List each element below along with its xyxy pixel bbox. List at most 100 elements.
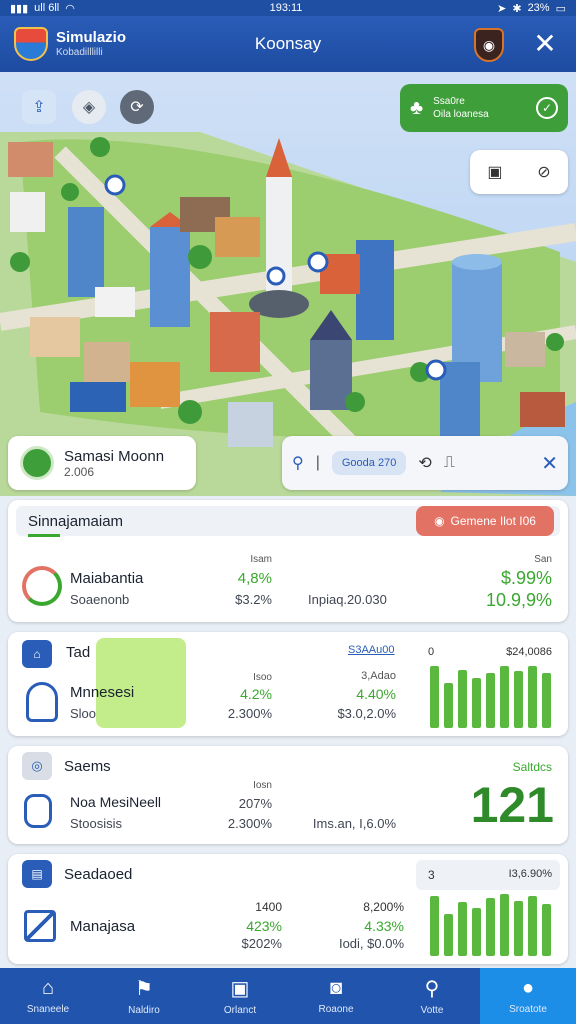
nav-item-search[interactable]: ⚲ Votte <box>384 968 480 1024</box>
signal-icon: ▮▮▮ <box>10 2 29 15</box>
divider: | <box>315 454 320 471</box>
card1-right-val1: $.99% <box>500 568 552 588</box>
card2-chart-head-right: $24,0086 <box>506 646 552 658</box>
card4-c2-pct: 4.33% <box>364 918 404 934</box>
promo-line1: Ssa0re <box>433 96 465 107</box>
card1-alert-button[interactable]: ◉ Gemene Ilot I06 <box>416 506 554 536</box>
card1-mid-head: Isam <box>250 554 272 565</box>
card4-row-title: Manajasa <box>70 918 136 935</box>
city-map[interactable]: ⇪ ◈ ⟳ ♣ Ssa0re Oila loanesa ✓ ▣ ⊘ Samasi… <box>0 72 576 496</box>
bar <box>486 673 495 728</box>
nav-label: Sroatote <box>509 1004 547 1015</box>
card2-c2-head: 3,Adao <box>361 670 396 682</box>
card2-c2-val: $3.0,2.0% <box>337 706 396 721</box>
app-title: Simulazio <box>56 29 127 47</box>
shield-badge-icon[interactable]: ◉ <box>474 28 504 62</box>
app-title-block: Simulazio Kobadilllilli <box>56 30 126 58</box>
card2-row-title: Mnnesesi <box>70 684 135 701</box>
nav-item-flag[interactable]: ⚑ Naldiro <box>96 968 192 1024</box>
card4-head-left: 3 <box>428 868 435 882</box>
promo-line2: Oila loanesa <box>433 109 489 120</box>
bar <box>430 666 439 728</box>
card1-title: Sinnajamaiam <box>28 513 124 530</box>
water-drop-icon: ◈ <box>82 99 96 116</box>
card4-c1-pct: 423% <box>246 918 282 934</box>
bar <box>514 671 523 728</box>
card4-bar-chart <box>430 894 551 956</box>
upload-button[interactable]: ⇪ <box>22 90 56 124</box>
card2-c1-head: Isoo <box>253 672 272 683</box>
stats-card-2: ⌂ Tad S3AAu00 Mnnesesi Sloo Isoo 4.2% 2.… <box>8 632 568 736</box>
card3-info: Ims.an, I,6.0% <box>312 816 396 831</box>
card2-chart-head-left: 0 <box>428 646 435 658</box>
battery-icon: ▭ <box>555 2 566 15</box>
card3-c1-head: Iosn <box>253 780 272 791</box>
layers-button[interactable]: ▣ <box>487 162 502 182</box>
home-icon: ⌂ <box>41 977 55 999</box>
lock-icon <box>24 794 52 828</box>
bar <box>486 898 495 956</box>
bar <box>430 896 439 956</box>
profile-icon: ● <box>521 977 535 999</box>
nav-item-home[interactable]: ⌂ Snaneele <box>0 968 96 1024</box>
card4-c2-val: Iodi, $0.0% <box>338 936 404 951</box>
profile-outline-icon <box>26 682 58 722</box>
stats-card-1: Sinnajamaiam ◉ Gemene Ilot I06 Maiabantia… <box>8 500 568 622</box>
card1-row-title: Maiabantia <box>70 570 144 587</box>
camera-icon: ◙ <box>329 977 343 999</box>
drop-button[interactable]: ◈ <box>72 90 106 124</box>
alert-icon: ◉ <box>434 514 445 528</box>
action-chip[interactable]: Gooda 270 <box>331 451 407 475</box>
nav-label: Naldiro <box>128 1005 160 1016</box>
map-action-bar: ⚲ | Gooda 270 ⟲ ⎍ ✕ <box>282 436 568 490</box>
card1-mid-val: $3.2% <box>235 592 272 607</box>
card2-bar-chart <box>430 666 551 728</box>
alert-label: Gemene Ilot I06 <box>450 514 536 528</box>
nav-item-profile[interactable]: ● Sroatote <box>480 968 576 1024</box>
card4-head-right: I3,6.90% <box>508 868 552 880</box>
card3-c1-val: 207% <box>238 796 272 811</box>
compass-button[interactable]: ⊘ <box>537 162 550 182</box>
stats-card-3: ◎ Saems Saltdcs Noa MesiNeell Stoosisis … <box>8 746 568 844</box>
card1-mid-pct: 4,8% <box>237 570 272 587</box>
history-button[interactable]: ⟲ <box>418 453 431 473</box>
card1-info: Inpiaq.20.030 <box>308 592 387 607</box>
close-map-button[interactable]: ✕ <box>541 451 558 476</box>
bar <box>500 666 509 728</box>
tree-icon: ♣ <box>410 96 424 119</box>
refresh-button[interactable]: ⟳ <box>120 90 154 124</box>
status-bar: ▮▮▮ ull 6ll ◠ 193:11 ➤ ✱ 23% ▭ <box>0 0 576 16</box>
nav-item-camera[interactable]: ◙ Roaone <box>288 968 384 1024</box>
bar <box>528 896 537 956</box>
bar <box>542 904 551 956</box>
location-thumbnail <box>20 446 54 480</box>
wifi-icon: ◠ <box>65 2 75 15</box>
bookmark-button[interactable]: ⎍ <box>444 454 455 472</box>
nav-label: Roaone <box>318 1004 354 1015</box>
location-info-card[interactable]: Samasi Moonn 2.006 <box>8 436 196 490</box>
card2-c1-pct: 4.2% <box>240 686 272 702</box>
flag-icon: ⚑ <box>135 978 153 1000</box>
search-icon: ⚲ <box>424 978 440 1000</box>
stats-card-4: ▤ Seadaoed 3 I3,6.90% Manajasa 1400 423%… <box>8 854 568 964</box>
check-icon: ✓ <box>536 97 558 119</box>
bar <box>528 666 537 728</box>
promo-button[interactable]: ♣ Ssa0re Oila loanesa ✓ <box>400 84 568 132</box>
donut-icon <box>22 566 62 606</box>
bar <box>444 683 453 728</box>
card1-title-underline <box>28 534 60 537</box>
card2-link[interactable]: S3AAu00 <box>348 644 394 656</box>
card3-big-number: 121 <box>470 777 554 833</box>
pin-button[interactable]: ⚲ <box>292 453 304 473</box>
close-button[interactable]: ✕ <box>530 28 560 59</box>
signal-text: ull 6ll <box>34 2 60 14</box>
nav-item-gallery[interactable]: ▣ Orlanct <box>192 968 288 1024</box>
app-subtitle: Kobadilllilli <box>56 46 103 58</box>
card4-c2-head: 8,200% <box>363 900 404 914</box>
card3-icon: ◎ <box>22 752 52 780</box>
nav-label: Votte <box>420 1005 444 1016</box>
tool-icon <box>24 910 56 942</box>
gallery-icon: ▣ <box>230 978 250 1000</box>
nav-label: Orlanct <box>223 1005 257 1016</box>
card3-label-right: Saltdcs <box>512 760 552 774</box>
